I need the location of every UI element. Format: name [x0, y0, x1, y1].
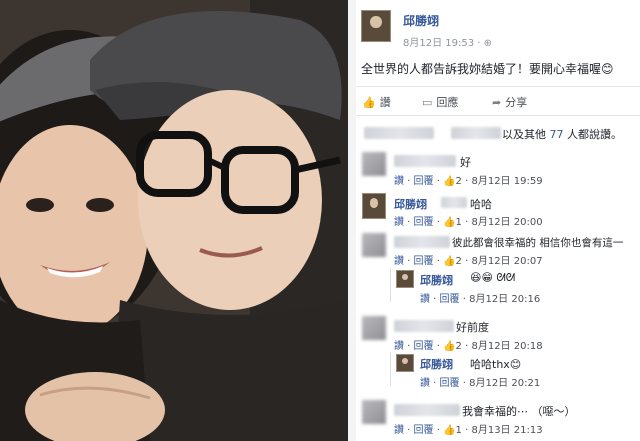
comment-like-count[interactable]: 2 [456, 256, 462, 267]
reply-author[interactable]: 邱勝翊 [420, 356, 453, 372]
comment-button[interactable]: ▭ 回應 [422, 94, 458, 110]
reply-date: 8月12日 [469, 294, 509, 305]
comment-time: 21:13 [513, 425, 543, 436]
share-icon: ➦ [492, 96, 502, 109]
thumbs-up-icon: 👍 [362, 96, 376, 109]
comment-date: 8月12日 [471, 256, 511, 267]
like-label: 讚 [379, 96, 391, 109]
thumbs-up-icon: 👍 [443, 341, 456, 352]
comment-like-button[interactable]: 讚 [394, 341, 404, 352]
comment-meta: 讚 · 回覆 · 👍1 · 8月13日 21:13 [394, 425, 543, 436]
comment-like-button[interactable]: 讚 [394, 176, 404, 187]
reply-time: 20:21 [511, 378, 541, 389]
comment-like-button[interactable]: 讚 [394, 256, 404, 267]
comment-label: 回應 [436, 96, 459, 109]
commenter-avatar[interactable] [362, 233, 386, 257]
thumbs-up-icon: 👍 [443, 425, 456, 436]
reply-like-button[interactable]: 讚 [420, 294, 430, 305]
comment-like-button[interactable]: 讚 [394, 425, 404, 436]
redacted-tag [441, 197, 467, 208]
comment-meta: 讚 · 回覆 · 👍1 · 8月12日 20:00 [394, 217, 543, 228]
post-timestamp[interactable]: 8月12日 19:53 · ⊕ [403, 34, 492, 49]
comment-time: 20:00 [513, 217, 543, 228]
likes-prefix: 以及其他 [502, 128, 546, 141]
comment-icon: ▭ [422, 96, 433, 109]
commenter-avatar[interactable] [362, 400, 386, 424]
author-avatar[interactable] [361, 10, 391, 42]
author-avatar[interactable] [396, 354, 414, 372]
redacted-name [394, 320, 454, 332]
reply-like-button[interactable]: 讚 [420, 378, 430, 389]
reply-reply-button[interactable]: 回覆 [440, 294, 460, 305]
comment-reply-button[interactable]: 回覆 [414, 341, 434, 352]
comment-text: 好 [460, 156, 471, 169]
reply-text: 哈哈thx😊 [470, 358, 522, 371]
comment-author[interactable]: 邱勝翊 [394, 196, 427, 212]
comment-reply-button[interactable]: 回覆 [414, 425, 434, 436]
comment-like-button[interactable]: 讚 [394, 217, 404, 228]
comment-date: 8月12日 [471, 217, 511, 228]
reply-date: 8月12日 [469, 378, 509, 389]
divider [356, 86, 640, 87]
comment-like-count[interactable]: 2 [456, 341, 462, 352]
author-avatar[interactable] [396, 270, 414, 288]
author-name[interactable]: 邱勝翊 [403, 12, 439, 29]
commenter-avatar[interactable] [362, 316, 386, 340]
comment-meta: 讚 · 回覆 · 👍2 · 8月12日 20:18 [394, 341, 543, 352]
panel-divider [348, 0, 356, 441]
couple-photo-illustration [0, 0, 348, 441]
redacted-name [394, 404, 460, 416]
reply-time: 20:16 [511, 294, 541, 305]
comment-time: 20:18 [513, 341, 543, 352]
comment-reply-button[interactable]: 回覆 [414, 256, 434, 267]
comment-date: 8月12日 [471, 341, 511, 352]
thumbs-up-icon: 👍 [443, 176, 456, 187]
comment-text: 哈哈 [470, 198, 492, 211]
redacted-name [451, 127, 501, 139]
comment-like-count[interactable]: 1 [456, 425, 462, 436]
author-avatar[interactable] [362, 193, 386, 219]
comment-meta: 讚 · 回覆 · 👍2 · 8月12日 20:07 [394, 256, 543, 267]
share-button[interactable]: ➦ 分享 [492, 94, 527, 110]
likes-suffix: 人都說讚。 [567, 128, 622, 141]
comment-date: 8月13日 [471, 425, 511, 436]
thumbs-up-icon: 👍 [443, 256, 456, 267]
reply-text: 😆😁 ᘛᘛ [470, 271, 516, 284]
globe-icon: · ⊕ [477, 38, 493, 49]
redacted-name [394, 236, 450, 248]
comment-date: 8月12日 [471, 176, 511, 187]
comment-time: 19:59 [513, 176, 543, 187]
likes-summary[interactable]: 以及其他 77 人都說讚。 [502, 126, 622, 142]
comment-like-count[interactable]: 1 [456, 217, 462, 228]
thumbs-up-icon: 👍 [443, 217, 456, 228]
comment-time: 20:07 [513, 256, 543, 267]
reply-thread-line [390, 268, 391, 302]
reply-meta: 讚 · 回覆 · 8月12日 20:16 [420, 294, 541, 305]
post-time: 19:53 [445, 38, 475, 49]
commenter-avatar[interactable] [362, 152, 386, 176]
post-date: 8月12日 [403, 38, 443, 49]
comment-meta: 讚 · 回覆 · 👍2 · 8月12日 19:59 [394, 176, 543, 187]
like-button[interactable]: 👍 讚 [362, 94, 391, 110]
reply-author[interactable]: 邱勝翊 [420, 272, 453, 288]
reply-reply-button[interactable]: 回覆 [440, 378, 460, 389]
share-label: 分享 [505, 96, 528, 109]
comment-text: 彼此都會很幸福的 相信你也會有這一 [452, 237, 624, 249]
couple-photo [0, 0, 348, 441]
comment-text: 好前度 [456, 321, 489, 334]
likes-count[interactable]: 77 [550, 128, 564, 141]
comment-reply-button[interactable]: 回覆 [414, 176, 434, 187]
post-text: 全世界的人都告訴我妳結婚了！要開心幸福喔😊 [361, 62, 614, 76]
redacted-name [364, 127, 434, 139]
comment-text: 我會幸福的⋯ （噁～） [462, 405, 576, 418]
comment-like-count[interactable]: 2 [456, 176, 462, 187]
facebook-post: 邱勝翊 8月12日 19:53 · ⊕ 全世界的人都告訴我妳結婚了！要開心幸福喔… [356, 0, 640, 441]
comment-reply-button[interactable]: 回覆 [414, 217, 434, 228]
redacted-name [394, 155, 456, 167]
reply-meta: 讚 · 回覆 · 8月12日 20:21 [420, 378, 541, 389]
reply-thread-line [390, 352, 391, 386]
divider [356, 115, 640, 116]
